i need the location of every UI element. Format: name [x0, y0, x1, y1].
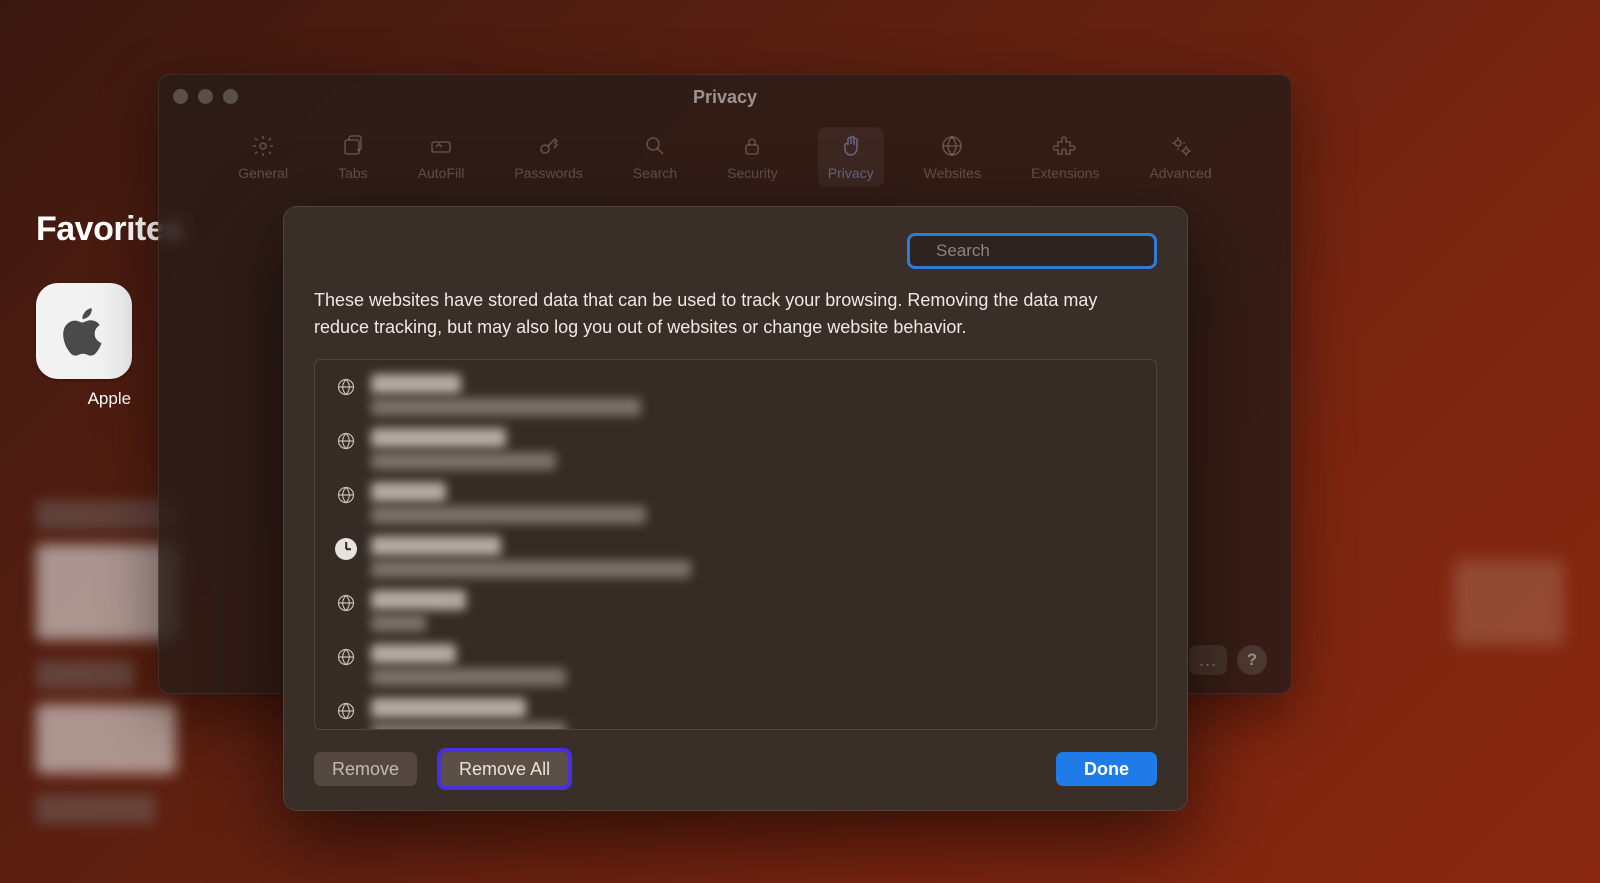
globe-icon [335, 430, 357, 452]
website-data-text [371, 644, 566, 686]
globe-icon [335, 646, 357, 668]
tab-privacy[interactable]: Privacy [818, 127, 884, 187]
pencil-box-icon [428, 133, 454, 159]
bg-blurred-thumb-right [1454, 560, 1564, 645]
remove-button[interactable]: Remove [314, 752, 417, 786]
website-data-sheet: These websites have stored data that can… [283, 206, 1188, 811]
tab-websites[interactable]: Websites [914, 127, 991, 187]
globe-icon [335, 376, 357, 398]
gears-icon [1168, 133, 1194, 159]
bg-blurred-thumbs-left [36, 500, 176, 838]
website-data-row[interactable] [315, 368, 1156, 422]
help-button[interactable]: ? [1237, 645, 1267, 675]
website-data-text [371, 590, 466, 632]
search-field-wrapper[interactable] [907, 233, 1157, 269]
globe-icon [335, 700, 357, 722]
favorite-tile-apple[interactable] [36, 283, 132, 379]
hand-icon [838, 133, 864, 159]
tab-extensions[interactable]: Extensions [1021, 127, 1109, 187]
tabs-icon [340, 133, 366, 159]
website-data-text [371, 428, 556, 470]
tab-security[interactable]: Security [717, 127, 788, 187]
window-title: Privacy [159, 87, 1291, 108]
tab-advanced[interactable]: Advanced [1139, 127, 1221, 187]
globe-icon [335, 484, 357, 506]
preferences-toolbar: General Tabs AutoFill Passwords Search S… [159, 127, 1291, 187]
lock-icon [739, 133, 765, 159]
search-input[interactable] [936, 241, 1157, 261]
website-data-text [371, 482, 646, 524]
website-data-list[interactable] [314, 359, 1157, 730]
website-data-row[interactable] [315, 584, 1156, 638]
remove-all-button[interactable]: Remove All [441, 752, 568, 786]
tab-search[interactable]: Search [623, 127, 687, 187]
puzzle-icon [1052, 133, 1078, 159]
magnify-icon [642, 133, 668, 159]
website-data-row[interactable] [315, 530, 1156, 584]
website-data-row[interactable] [315, 692, 1156, 730]
website-data-row[interactable] [315, 638, 1156, 692]
website-data-row[interactable] [315, 422, 1156, 476]
tab-passwords[interactable]: Passwords [504, 127, 592, 187]
key-icon [536, 133, 562, 159]
globe-icon [335, 592, 357, 614]
done-button[interactable]: Done [1056, 752, 1157, 786]
apple-logo-icon [55, 302, 113, 360]
clock-icon [335, 538, 357, 560]
globe-icon [939, 133, 965, 159]
website-data-text [371, 698, 566, 730]
tab-general[interactable]: General [228, 127, 298, 187]
tab-tabs[interactable]: Tabs [328, 127, 378, 187]
website-data-text [371, 374, 641, 416]
sheet-description: These websites have stored data that can… [314, 287, 1144, 341]
website-data-text [371, 536, 691, 578]
gear-icon [250, 133, 276, 159]
overflow-button[interactable]: ... [1189, 645, 1227, 675]
website-data-row[interactable] [315, 476, 1156, 530]
tab-autofill[interactable]: AutoFill [408, 127, 475, 187]
